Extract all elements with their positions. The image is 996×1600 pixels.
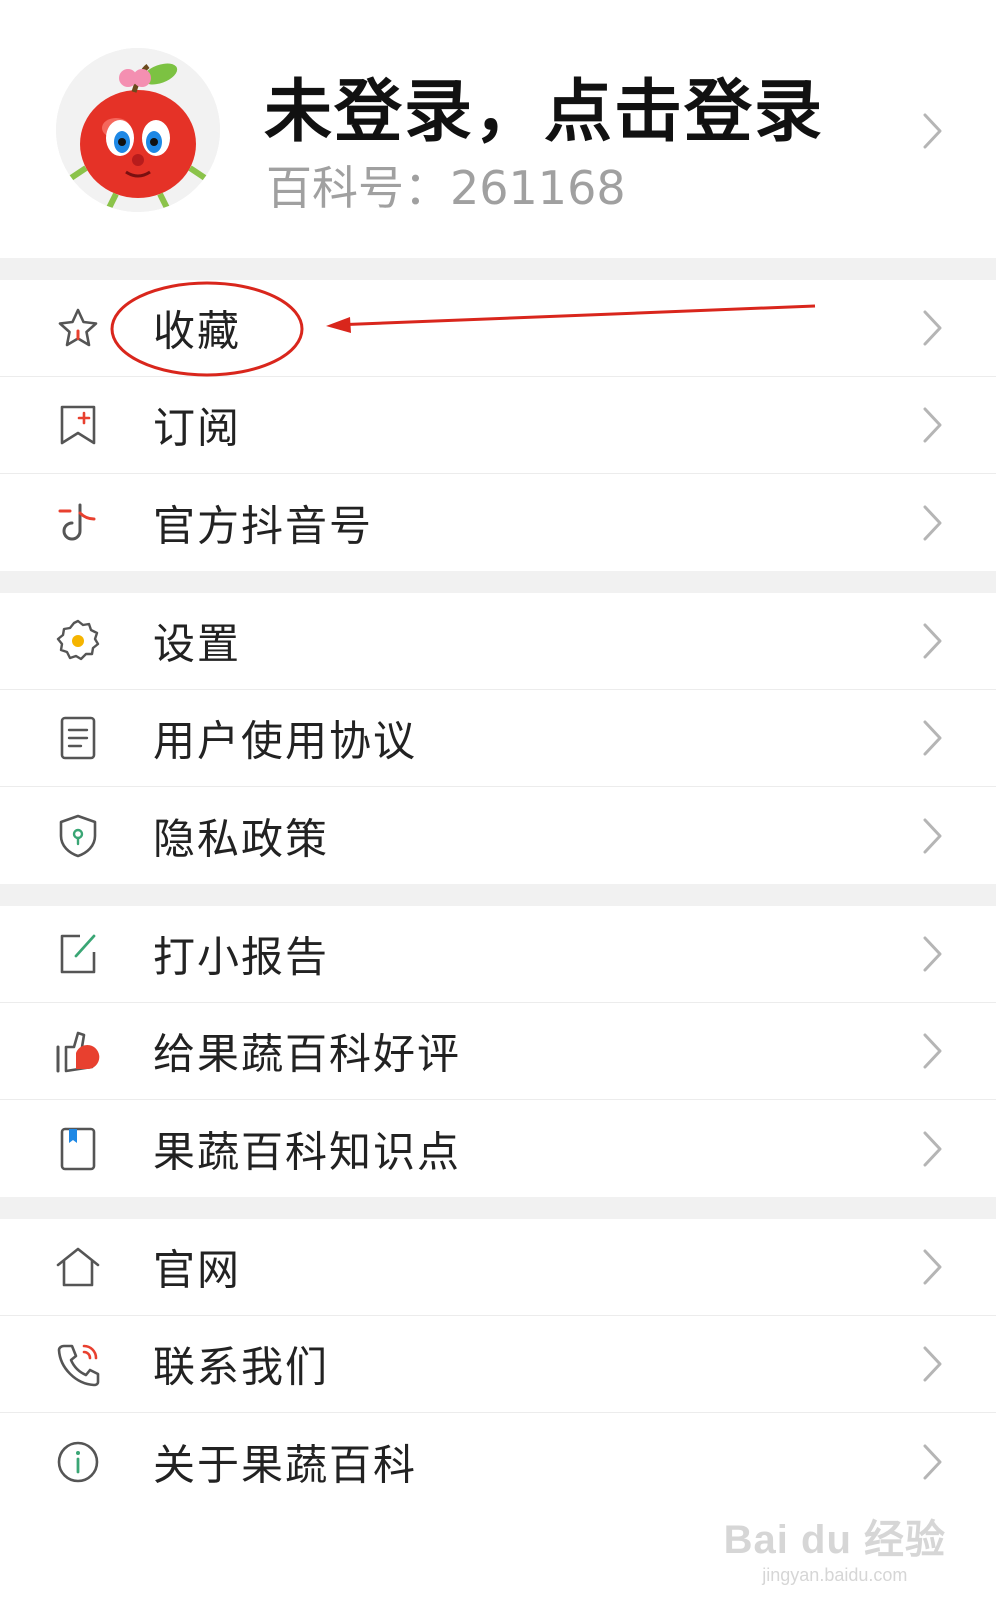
menu-item-label: 收藏	[153, 306, 242, 356]
chevron-right-icon	[922, 817, 944, 855]
chevron-right-icon	[922, 1248, 944, 1286]
profile-header[interactable]: 未登录，点击登录 百科号：261168	[0, 0, 996, 258]
chevron-right-icon	[922, 309, 944, 347]
document-icon	[54, 714, 102, 762]
chevron-right-icon	[922, 622, 944, 660]
menu-group-1: 收藏 订阅 官方抖音号	[0, 280, 996, 571]
chevron-right-icon	[922, 1130, 944, 1168]
menu-item-privacy-policy[interactable]: 隐私政策	[0, 787, 996, 884]
douyin-icon	[54, 499, 102, 547]
login-prompt[interactable]: 未登录，点击登录	[264, 56, 824, 155]
menu-item-about[interactable]: 关于果蔬百科	[0, 1413, 996, 1510]
info-icon	[54, 1438, 102, 1486]
baike-id: 百科号：261168	[266, 161, 626, 215]
menu-item-label: 果蔬百科知识点	[153, 1127, 462, 1176]
menu-item-knowledge[interactable]: 果蔬百科知识点	[0, 1100, 996, 1197]
menu-item-label: 官网	[153, 1245, 242, 1295]
chevron-right-icon	[922, 112, 944, 150]
chevron-right-icon	[922, 1443, 944, 1481]
section-divider	[0, 571, 996, 593]
star-icon	[54, 304, 102, 352]
menu-item-website[interactable]: 官网	[0, 1219, 996, 1316]
home-icon	[54, 1243, 102, 1291]
menu-item-favorites[interactable]: 收藏	[0, 280, 996, 377]
gear-icon	[54, 617, 102, 665]
apple-mascot-avatar	[56, 48, 220, 212]
chevron-right-icon	[922, 406, 944, 444]
menu-group-3: 打小报告 给果蔬百科好评 果蔬百科知识点	[0, 906, 996, 1197]
menu-item-douyin[interactable]: 官方抖音号	[0, 474, 996, 571]
menu-item-user-agreement[interactable]: 用户使用协议	[0, 690, 996, 787]
chevron-right-icon	[922, 1032, 944, 1070]
avatar[interactable]	[56, 48, 220, 212]
chevron-right-icon	[922, 935, 944, 973]
menu-item-settings[interactable]: 设置	[0, 593, 996, 690]
section-divider	[0, 1197, 996, 1219]
book-icon	[54, 1125, 102, 1173]
menu-item-label: 联系我们	[153, 1342, 330, 1392]
menu-item-label: 设置	[153, 619, 242, 669]
edit-icon	[54, 930, 102, 978]
menu-item-label: 打小报告	[153, 932, 330, 982]
menu-item-label: 官方抖音号	[153, 501, 374, 550]
menu-item-label: 给果蔬百科好评	[153, 1029, 462, 1079]
section-divider	[0, 884, 996, 906]
chevron-right-icon	[922, 504, 944, 542]
menu-item-report[interactable]: 打小报告	[0, 906, 996, 1003]
menu-item-label: 用户使用协议	[153, 716, 418, 766]
menu-item-subscriptions[interactable]: 订阅	[0, 377, 996, 474]
baidu-jingyan-watermark: Bai du 经验 jingyan.baidu.com	[723, 1518, 946, 1585]
chevron-right-icon	[922, 719, 944, 757]
shield-icon	[54, 812, 102, 860]
section-divider	[0, 258, 996, 280]
menu-item-label: 关于果蔬百科	[153, 1440, 418, 1489]
menu-item-label: 隐私政策	[153, 814, 330, 863]
chevron-right-icon	[922, 1345, 944, 1383]
menu-group-4: 官网 联系我们 关于果蔬百科	[0, 1219, 996, 1510]
menu-item-contact[interactable]: 联系我们	[0, 1316, 996, 1413]
menu-item-label: 订阅	[153, 403, 242, 453]
menu-item-rate-app[interactable]: 给果蔬百科好评	[0, 1003, 996, 1100]
menu-group-2: 设置 用户使用协议 隐私政策	[0, 593, 996, 884]
bookmark-add-icon	[54, 401, 102, 449]
phone-icon	[54, 1340, 102, 1388]
thumbs-up-icon	[54, 1027, 102, 1075]
